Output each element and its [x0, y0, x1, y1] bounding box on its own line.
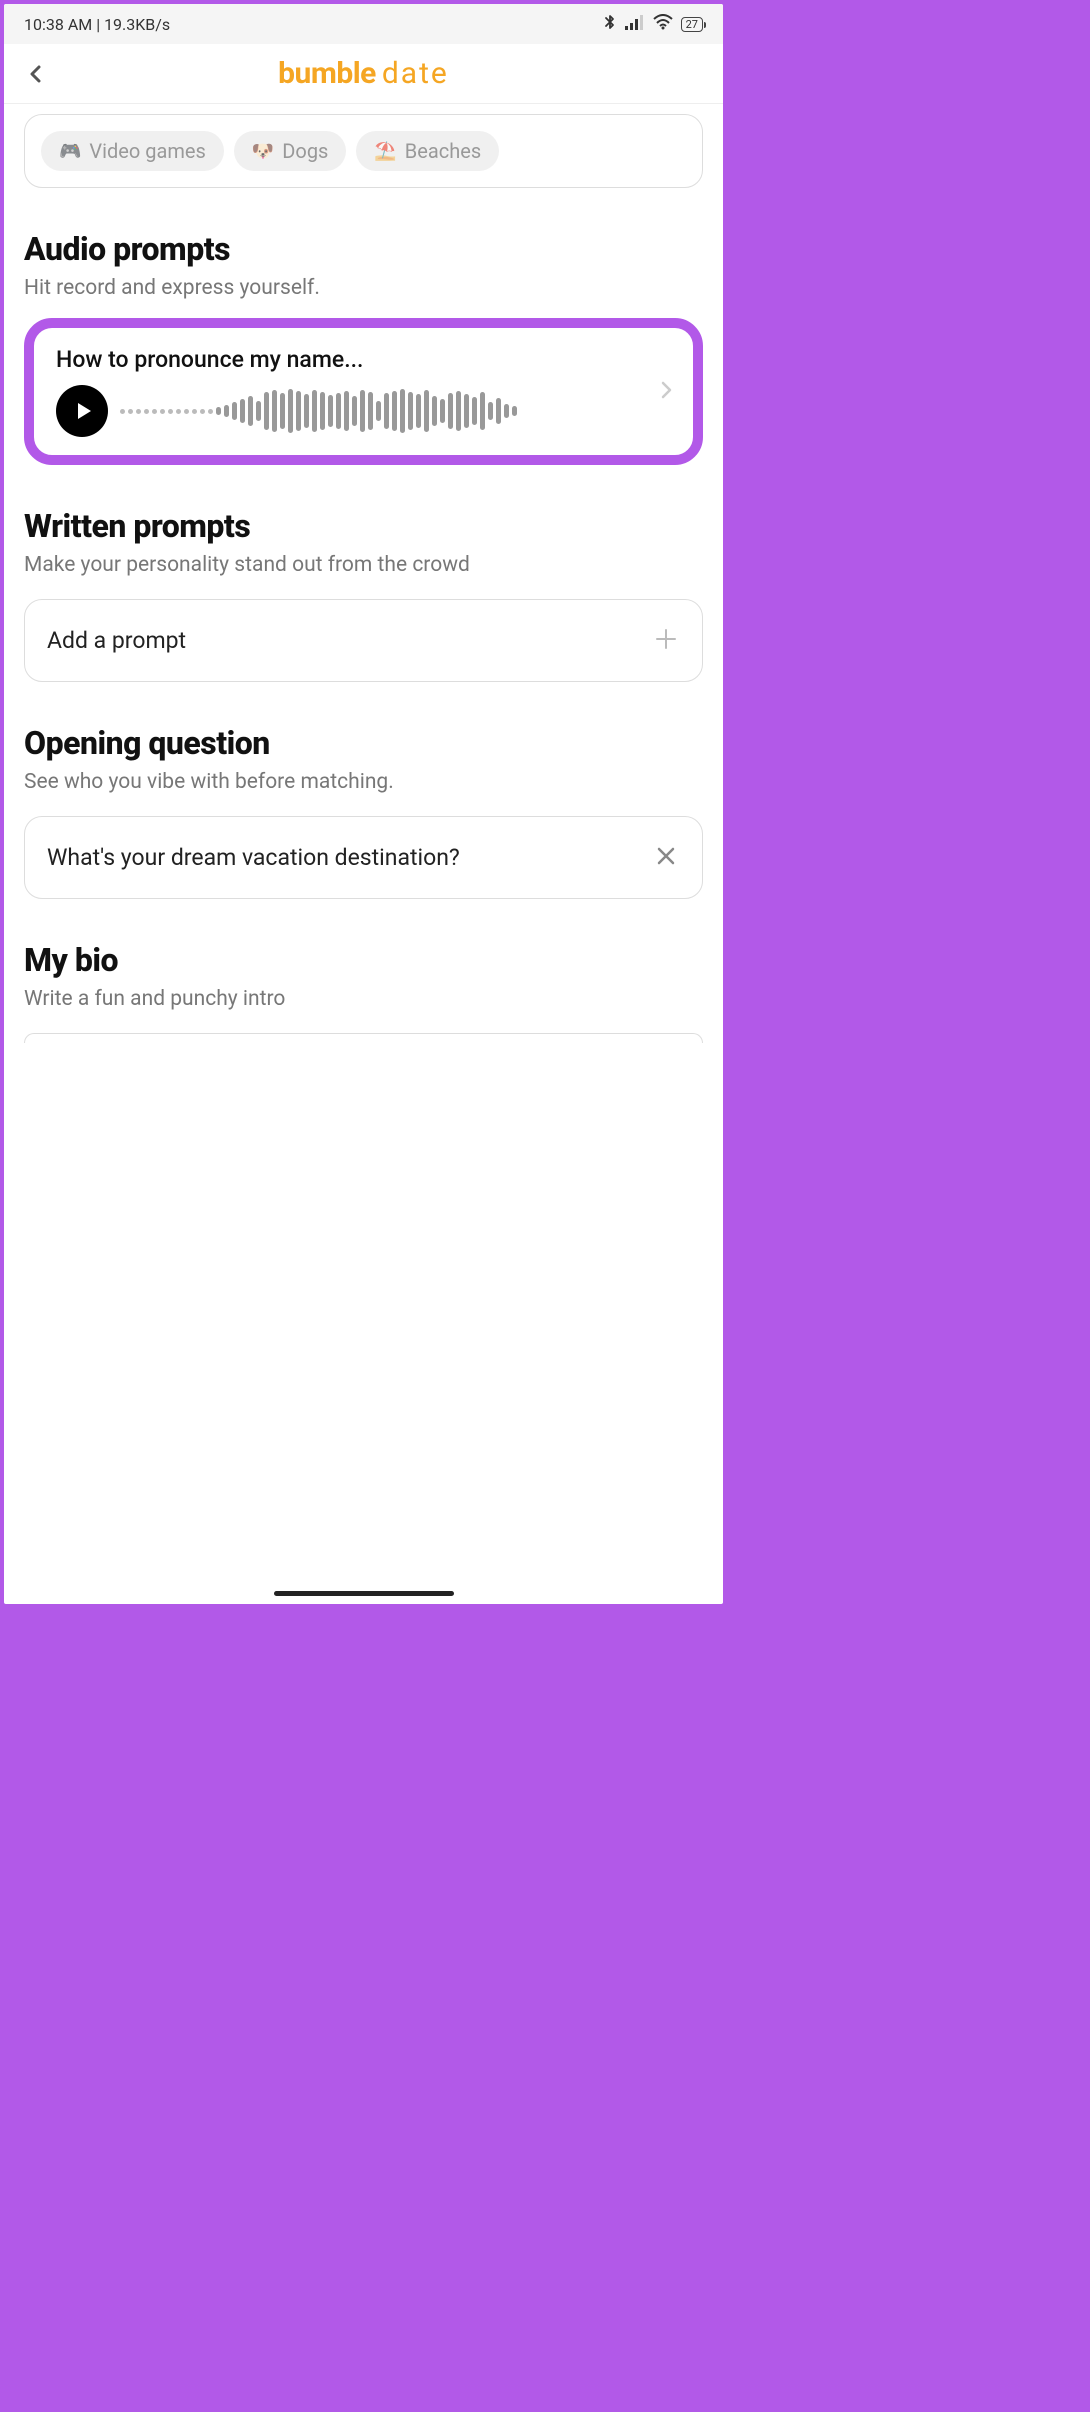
- home-indicator[interactable]: [274, 1591, 454, 1596]
- opening-question-text: What's your dream vacation destination?: [47, 844, 460, 871]
- add-prompt-label: Add a prompt: [47, 627, 186, 654]
- interests-card[interactable]: 🎮 Video games 🐶 Dogs ⛱️ Beaches: [24, 114, 703, 188]
- interest-label: Beaches: [405, 139, 481, 163]
- section-title: Written prompts: [24, 507, 703, 545]
- section-title: Opening question: [24, 724, 703, 762]
- audio-prompts-section: Audio prompts Hit record and express you…: [24, 230, 703, 465]
- bio-section: My bio Write a fun and punchy intro: [24, 941, 703, 1043]
- play-button[interactable]: [56, 385, 108, 437]
- chevron-left-icon: [27, 65, 45, 83]
- interest-chip-video-games[interactable]: 🎮 Video games: [41, 131, 224, 171]
- section-subtitle: Hit record and express yourself.: [24, 276, 703, 300]
- app-brand: bumble date: [278, 56, 449, 91]
- wifi-icon: [653, 14, 673, 34]
- close-icon[interactable]: [652, 841, 680, 874]
- signal-icon: [625, 14, 645, 34]
- gamepad-icon: 🎮: [59, 141, 81, 162]
- beach-icon: ⛱️: [374, 141, 396, 162]
- app-bar: bumble date: [4, 44, 723, 104]
- audio-player-row: [56, 385, 671, 437]
- section-subtitle: Make your personality stand out from the…: [24, 553, 703, 577]
- dog-icon: 🐶: [252, 141, 274, 162]
- back-button[interactable]: [14, 52, 58, 96]
- status-time: 10:38 AM | 19.3KB/s: [24, 15, 170, 34]
- brand-light: date: [382, 56, 449, 91]
- section-title: My bio: [24, 941, 703, 979]
- section-subtitle: See who you vibe with before matching.: [24, 770, 703, 794]
- screen: 10:38 AM | 19.3KB/s 27 bumble date: [4, 4, 723, 1604]
- content[interactable]: 🎮 Video games 🐶 Dogs ⛱️ Beaches Audio pr…: [4, 104, 723, 1604]
- plus-icon: [652, 624, 680, 657]
- interest-chip-beaches[interactable]: ⛱️ Beaches: [356, 131, 499, 171]
- interest-chip-dogs[interactable]: 🐶 Dogs: [234, 131, 347, 171]
- interest-label: Video games: [89, 139, 205, 163]
- opening-question-section: Opening question See who you vibe with b…: [24, 724, 703, 899]
- play-icon: [75, 402, 93, 420]
- audio-prompt-card[interactable]: How to pronounce my name...: [24, 318, 703, 465]
- battery-indicator: 27: [681, 17, 703, 32]
- section-subtitle: Write a fun and punchy intro: [24, 987, 703, 1011]
- add-prompt-card[interactable]: Add a prompt: [24, 599, 703, 682]
- interest-label: Dogs: [282, 139, 328, 163]
- bio-card[interactable]: [24, 1033, 703, 1043]
- waveform[interactable]: [120, 386, 671, 436]
- written-prompts-section: Written prompts Make your personality st…: [24, 507, 703, 682]
- status-right: 27: [603, 13, 703, 35]
- opening-question-card[interactable]: What's your dream vacation destination?: [24, 816, 703, 899]
- section-title: Audio prompts: [24, 230, 703, 268]
- chevron-right-icon: [661, 381, 673, 403]
- bluetooth-icon: [603, 13, 617, 35]
- audio-prompt-label: How to pronounce my name...: [56, 346, 671, 373]
- brand-bold: bumble: [278, 56, 376, 91]
- status-bar: 10:38 AM | 19.3KB/s 27: [4, 4, 723, 44]
